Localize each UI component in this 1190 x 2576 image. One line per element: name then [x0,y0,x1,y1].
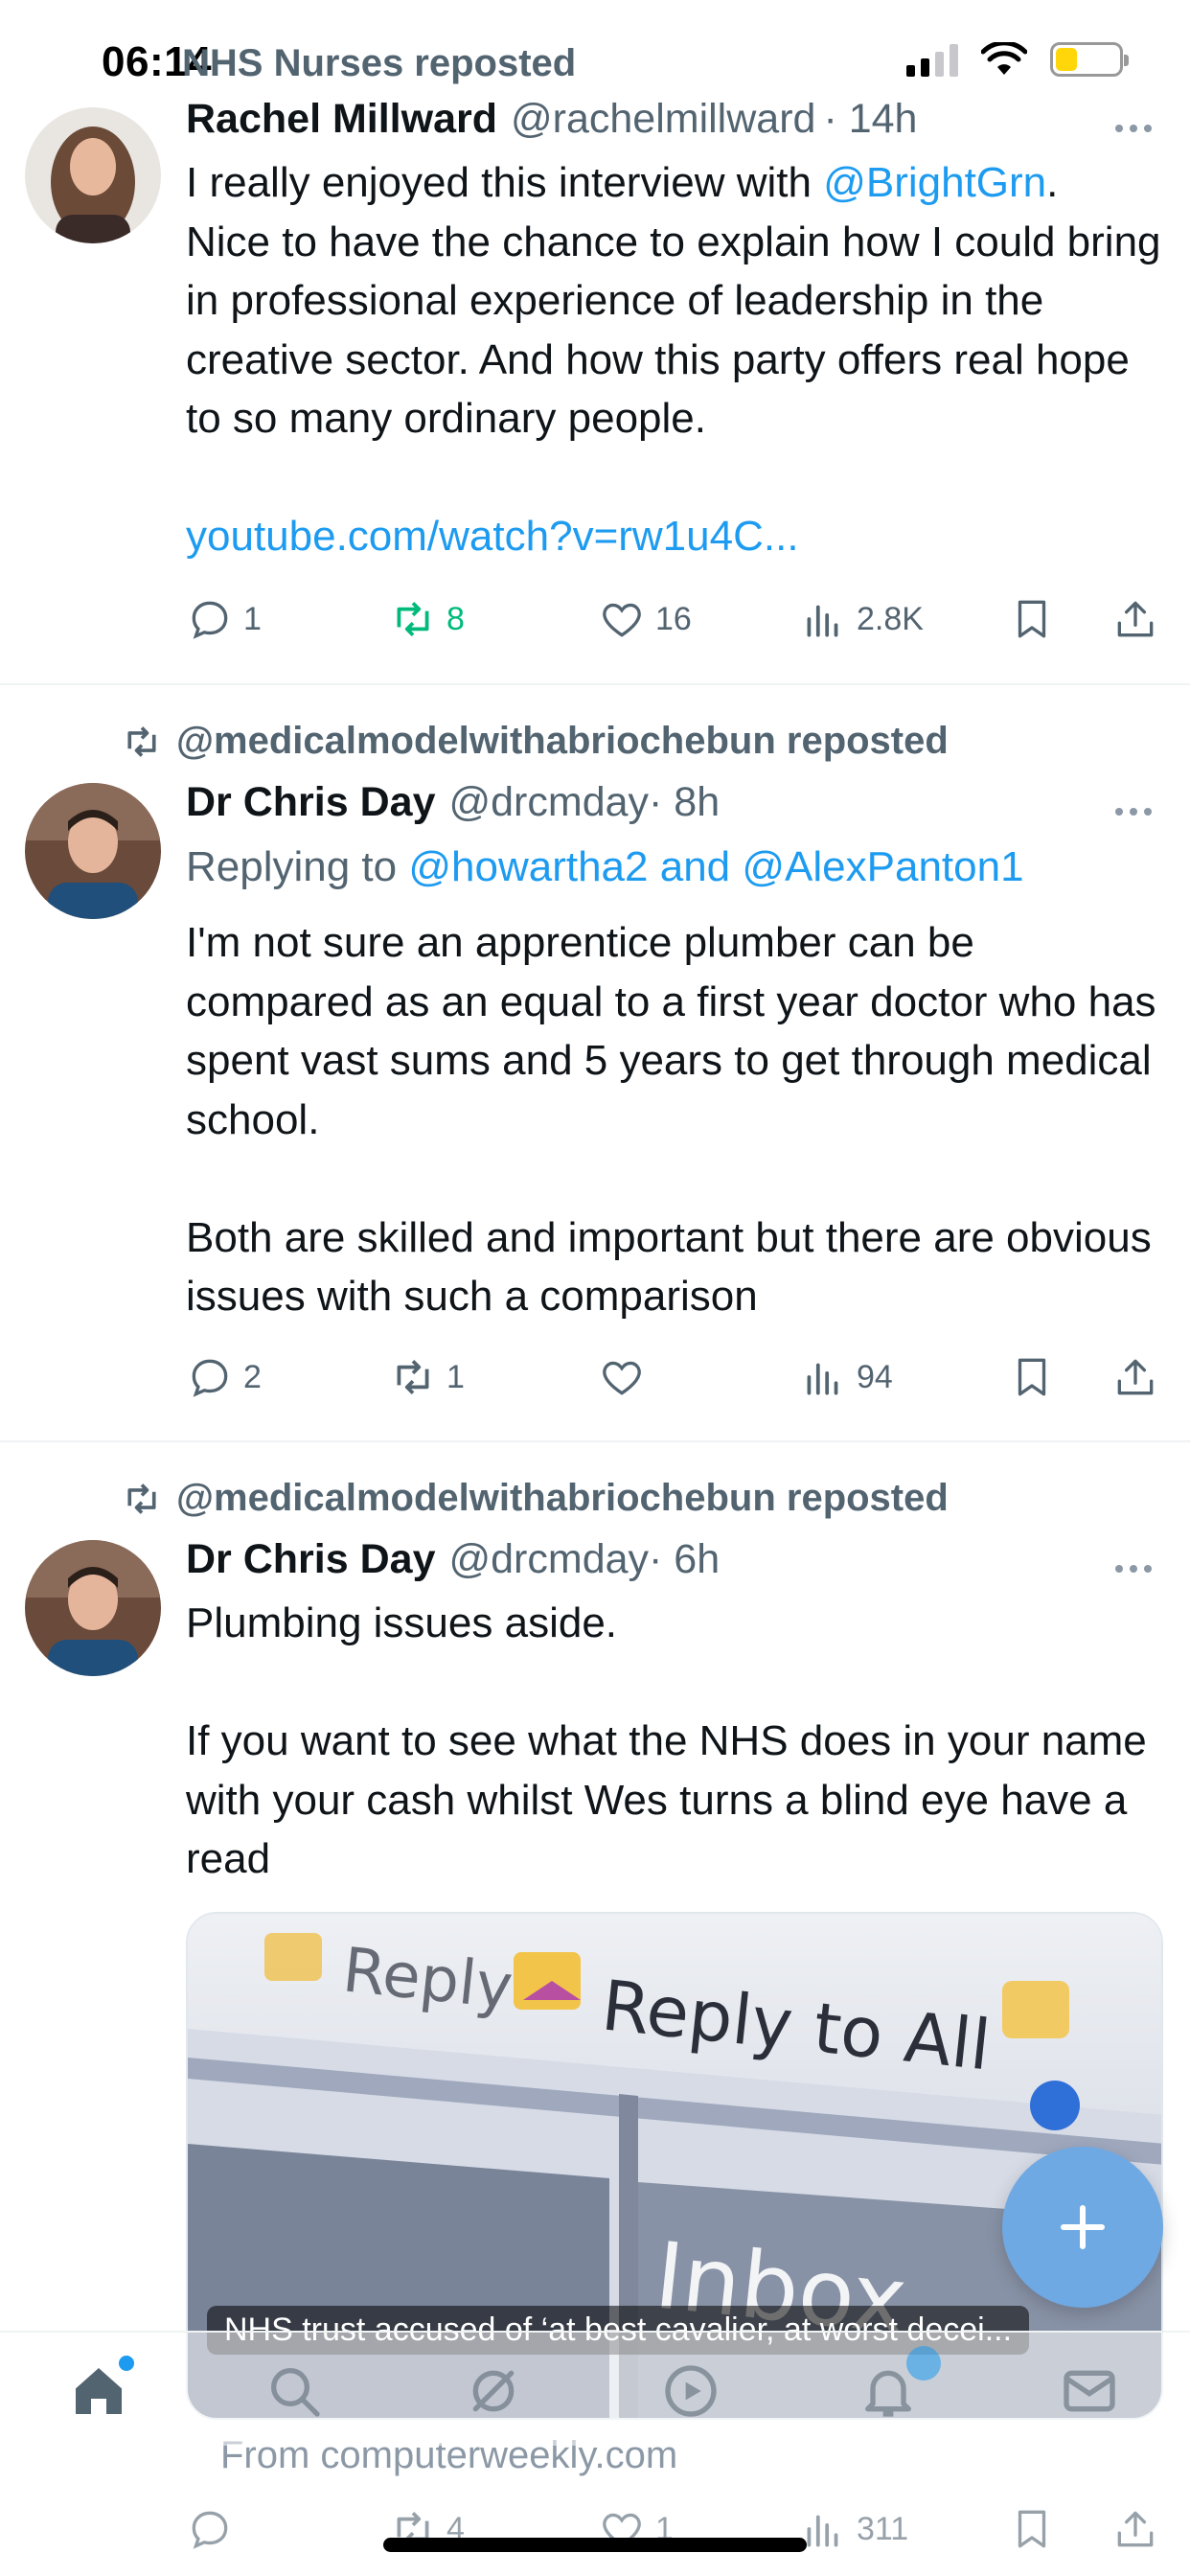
share-button[interactable] [1111,595,1159,643]
new-posts-dot [119,2356,134,2371]
bookmark-button[interactable] [1008,1353,1056,1401]
repost-count: 1 [446,1358,465,1395]
repost-label: NHS Nurses reposted [182,42,577,84]
repost-button[interactable]: 1 [389,1353,465,1401]
tweet-actions: 1 8 16 2.8K [186,590,1161,648]
repost-icon [397,602,429,636]
home-indicator[interactable] [383,2538,807,2552]
tweet-text-start: I really enjoyed this interview with [186,159,824,206]
tweet-body: Rachel Millward @rachelmillward · 14h I … [186,96,1161,565]
tweet-header: Dr Chris Day @drcmday · 6h [186,1536,1161,1594]
views-count: 94 [857,1358,893,1395]
reply-icon [192,2511,228,2549]
views-icon [807,605,838,637]
avatar[interactable] [25,107,161,243]
avatar[interactable] [25,1540,161,1676]
tweet-body: Dr Chris Day @drcmday · 6h Plumbing issu… [186,1536,1161,1889]
share-icon [1117,601,1154,637]
tweet-body: Dr Chris Day @drcmday · 8h Replying to @… [186,779,1161,1326]
mention-link[interactable]: @BrightGrn [823,159,1046,206]
more-icon[interactable] [1115,125,1152,132]
like-button[interactable] [598,1353,655,1401]
views-button[interactable]: 311 [799,2505,908,2553]
views-icon [807,1363,838,1395]
tweet[interactable]: NHS Nurses reposted Rachel Millward @rac… [0,0,1190,685]
repost-line: NHS Nurses reposted [182,42,576,85]
notification-badge [906,2346,941,2380]
tweet-text: I really enjoyed this interview with @Br… [186,153,1161,448]
repost-line: @medicalmodelwithabriochebun reposted [121,720,949,763]
tab-grok[interactable] [462,2359,525,2423]
bookmark-button[interactable] [1008,595,1056,643]
like-icon [603,603,641,637]
tweet-header: Dr Chris Day @drcmday · 8h [186,779,1161,837]
reply-button[interactable] [186,2505,243,2553]
more-icon[interactable] [1115,808,1152,816]
reply-count: 2 [243,1358,262,1395]
tweet-time: · 8h [649,779,721,825]
tweet-text: I'm not sure an apprentice plumber can b… [186,919,1156,1320]
tweet-actions: 2 1 94 [186,1348,1161,1406]
bookmark-icon [1018,600,1046,638]
reply-button[interactable]: 2 [186,1353,262,1401]
repost-count: 8 [446,600,465,637]
search-icon [271,2368,320,2417]
repost-line: @medicalmodelwithabriochebun reposted [121,1477,949,1520]
tweet-header: Rachel Millward @rachelmillward · 14h [186,96,1161,153]
share-button[interactable] [1111,2505,1159,2553]
tweet-time: · 6h [649,1536,721,1582]
bookmark-icon [1018,1358,1046,1396]
share-icon [1117,1359,1154,1395]
more-icon[interactable] [1115,1565,1152,1573]
tab-messages[interactable] [1058,2359,1121,2423]
share-button[interactable] [1111,1353,1159,1401]
tab-search[interactable] [263,2359,326,2423]
tab-notifications[interactable] [857,2346,941,2423]
repost-label[interactable]: @medicalmodelwithabriochebun reposted [176,1477,949,1520]
bookmark-icon [1018,2510,1046,2548]
tweet-text: Plumbing issues aside. If you want to se… [186,1599,1147,1882]
compose-button[interactable] [1002,2147,1163,2308]
repost-icon [127,725,156,757]
reply-icon [192,1359,228,1397]
repost-icon [397,1360,429,1394]
like-icon [603,1361,641,1395]
grok-icon [472,2370,515,2412]
repost-icon [127,1483,156,1514]
tab-home[interactable] [67,2356,134,2423]
video-icon [665,2365,717,2417]
reply-to-users[interactable]: @howartha2 and @AlexPanton1 [408,843,1023,890]
like-button[interactable]: 16 [598,595,692,643]
repost-label[interactable]: @medicalmodelwithabriochebun reposted [176,720,949,763]
home-icon [76,2368,122,2414]
author-handle[interactable]: @drcmday [448,779,649,826]
author-name[interactable]: Dr Chris Day [186,1536,435,1583]
repost-button[interactable]: 8 [389,595,465,643]
views-button[interactable]: 2.8K [799,595,924,643]
reply-icon [192,601,228,639]
plus-icon [1061,2205,1105,2249]
reply-prefix: Replying to [186,843,409,890]
avatar[interactable] [25,783,161,919]
tweet-time: · 14h [823,96,918,142]
views-count: 311 [857,2510,909,2547]
tweet-actions: 4 1 311 [186,2505,1161,2563]
tweet[interactable]: @medicalmodelwithabriochebun reposted Dr… [0,685,1190,1442]
bookmark-button[interactable] [1008,2505,1056,2553]
author-name[interactable]: Rachel Millward [186,96,497,143]
reply-count: 1 [243,600,262,637]
reply-button[interactable]: 1 [186,595,262,643]
share-icon [1117,2511,1154,2547]
external-link[interactable]: youtube.com/watch?v=rw1u4C... [186,507,1161,566]
author-name[interactable]: Dr Chris Day [186,779,435,826]
author-handle[interactable]: @rachelmillward [511,96,815,143]
tab-video[interactable] [659,2359,722,2423]
views-count: 2.8K [857,600,924,637]
views-button[interactable]: 94 [799,1353,893,1401]
author-handle[interactable]: @drcmday [448,1536,649,1583]
mail-icon [1064,2370,1115,2412]
like-count: 16 [655,600,692,637]
bottom-tab-bar [0,2331,1190,2446]
reply-to-line: Replying to @howartha2 and @AlexPanton1 [186,839,1161,896]
